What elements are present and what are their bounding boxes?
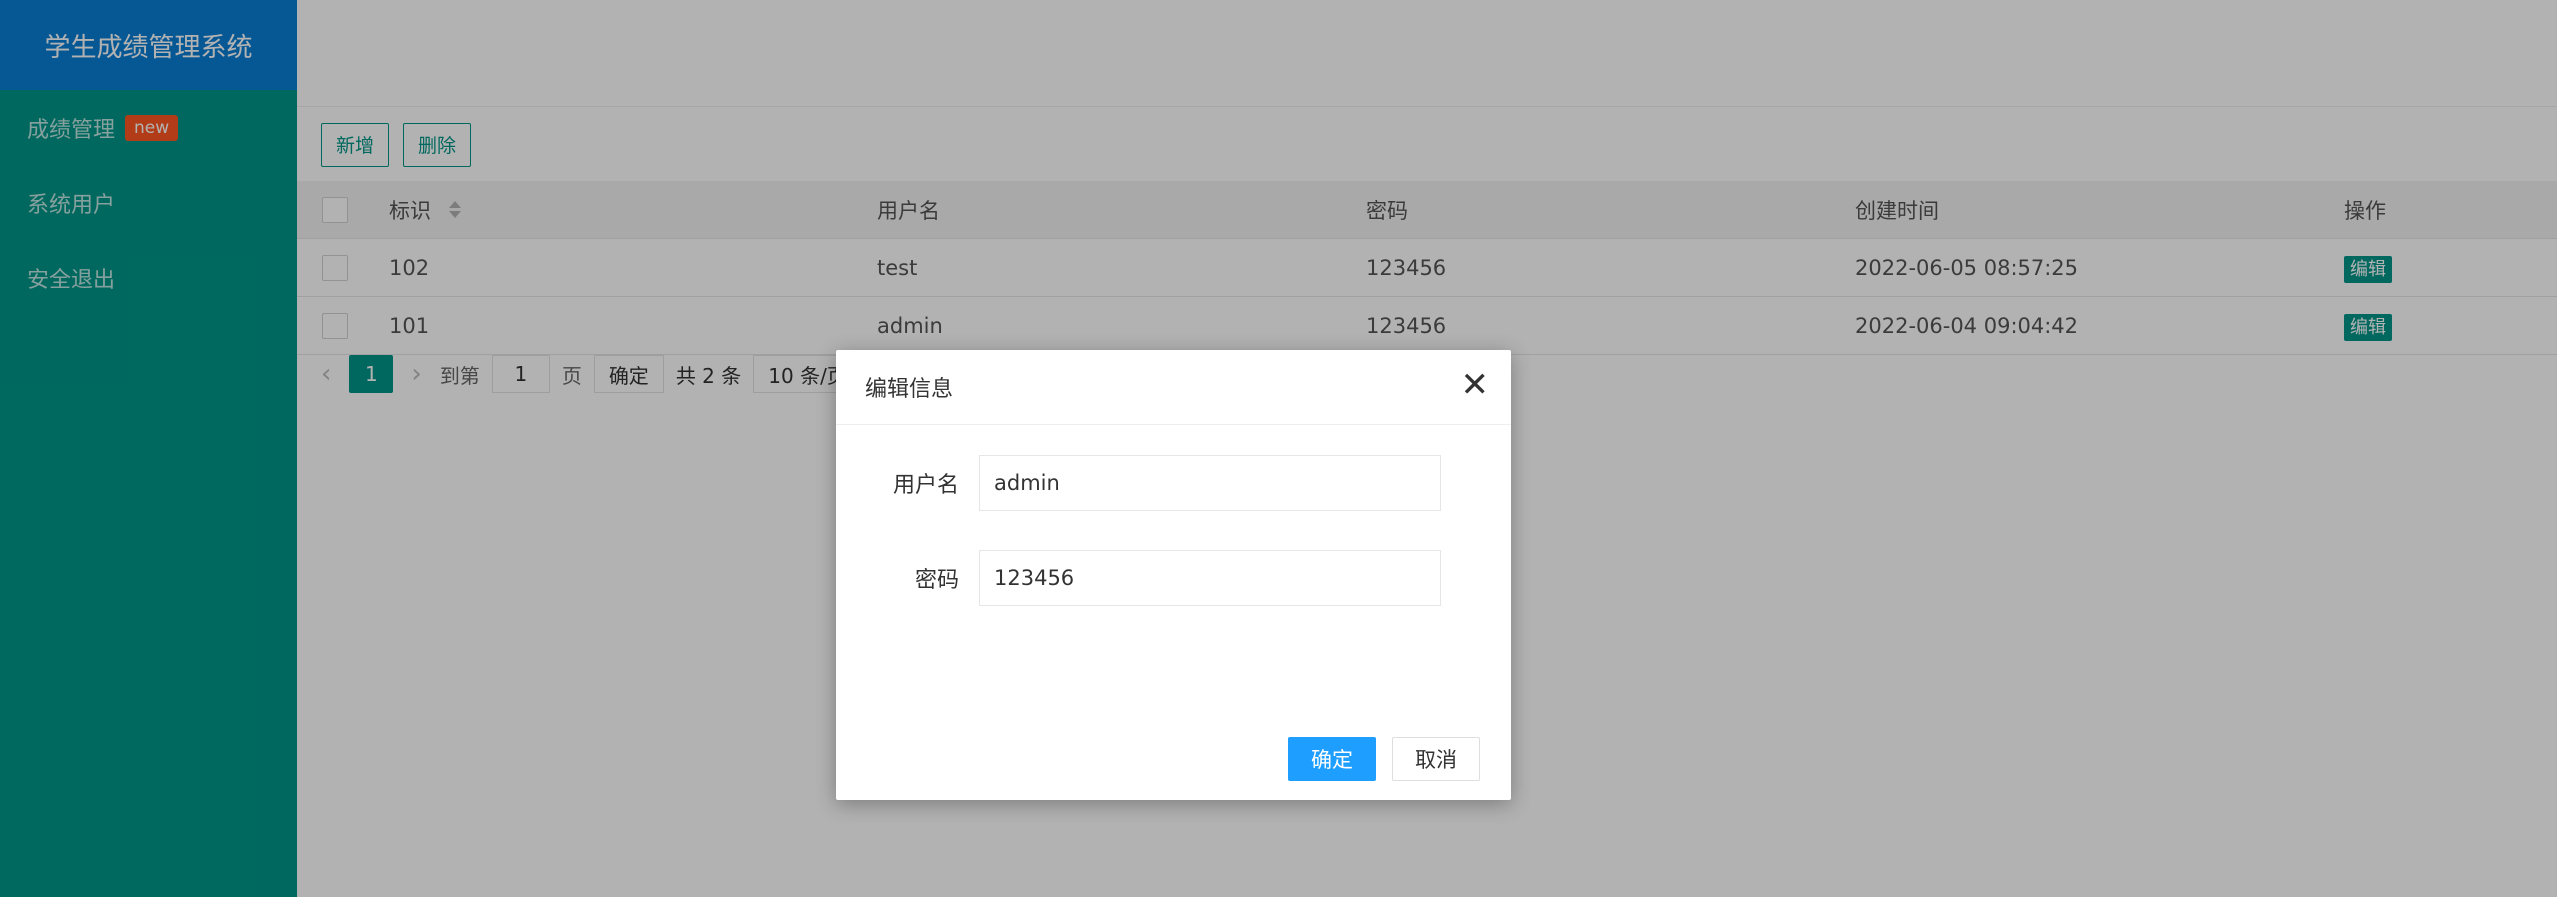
username-field[interactable]: admin bbox=[979, 455, 1441, 511]
cancel-button[interactable]: 取消 bbox=[1392, 737, 1480, 781]
edit-dialog: 编辑信息 ✕ 用户名 admin 密码 123456 确定 取消 bbox=[836, 350, 1511, 800]
username-row: 用户名 admin bbox=[836, 455, 1441, 511]
confirm-button[interactable]: 确定 bbox=[1288, 737, 1376, 781]
close-icon[interactable]: ✕ bbox=[1461, 368, 1490, 402]
dialog-title: 编辑信息 bbox=[865, 377, 954, 402]
dialog-header: 编辑信息 ✕ bbox=[836, 350, 1511, 425]
password-field[interactable]: 123456 bbox=[979, 550, 1441, 606]
username-label: 用户名 bbox=[892, 473, 959, 498]
password-row: 密码 123456 bbox=[836, 550, 1441, 606]
password-label: 密码 bbox=[914, 568, 959, 593]
